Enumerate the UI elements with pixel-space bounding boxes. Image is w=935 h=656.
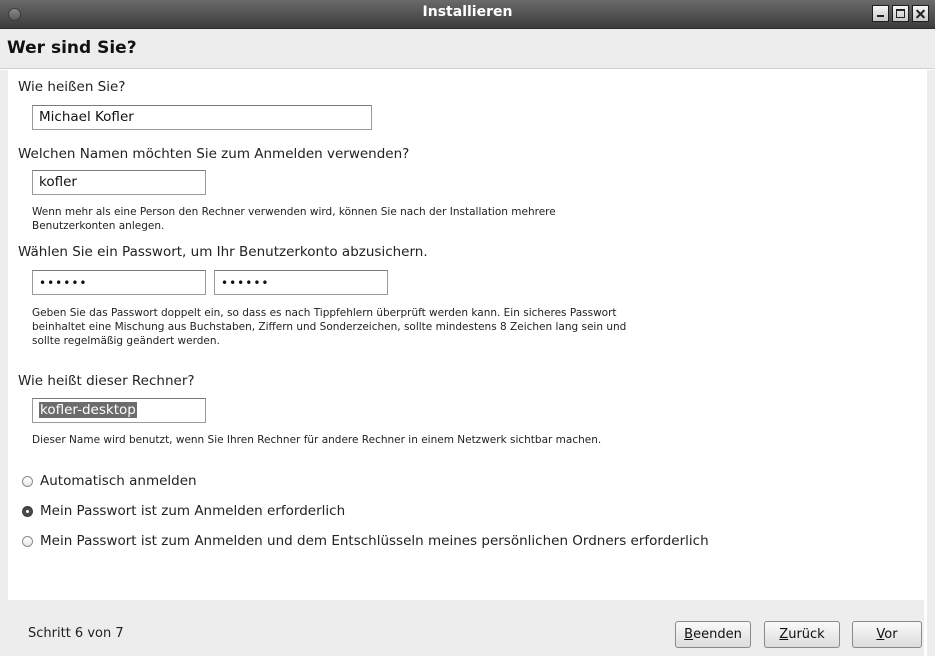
minimize-icon[interactable] bbox=[872, 5, 889, 22]
radio-unchecked-icon[interactable] bbox=[22, 476, 33, 487]
radio-checked-icon[interactable] bbox=[22, 506, 33, 517]
left-border bbox=[0, 70, 8, 656]
radio-label: Mein Passwort ist zum Anmelden erforderl… bbox=[40, 503, 346, 519]
radio-unchecked-icon[interactable] bbox=[22, 536, 33, 547]
back-mnemonic: Z bbox=[779, 627, 789, 642]
radio-label: Automatisch anmelden bbox=[40, 473, 197, 489]
back-label: urück bbox=[788, 627, 825, 642]
password-input[interactable]: •••••• bbox=[32, 270, 206, 295]
computer-name-selected-text: kofler-desktop bbox=[39, 402, 137, 418]
close-icon[interactable] bbox=[912, 5, 929, 22]
computer-name-label: Wie heißt dieser Rechner? bbox=[18, 373, 195, 389]
form-content: Wie heißen Sie? Michael Kofler Welchen N… bbox=[8, 70, 924, 600]
step-indicator: Schritt 6 von 7 bbox=[28, 626, 124, 641]
back-button[interactable]: Zurück bbox=[764, 621, 840, 648]
full-name-input[interactable]: Michael Kofler bbox=[32, 105, 372, 130]
username-hint-line: Wenn mehr als eine Person den Rechner ve… bbox=[32, 206, 556, 218]
computer-name-hint: Dieser Name wird benutzt, wenn Sie Ihren… bbox=[32, 434, 602, 446]
username-hint: Wenn mehr als eine Person den Rechner ve… bbox=[32, 205, 556, 233]
password-hint: Geben Sie das Passwort doppelt ein, so d… bbox=[32, 306, 626, 348]
page-header: Wer sind Sie? bbox=[0, 29, 935, 69]
forward-label: or bbox=[884, 627, 898, 642]
page-title: Wer sind Sie? bbox=[7, 38, 137, 58]
password-hint-line: Geben Sie das Passwort doppelt ein, so d… bbox=[32, 307, 617, 319]
computer-name-input[interactable]: kofler-desktop bbox=[32, 398, 206, 423]
password-hint-line: beinhaltet eine Mischung aus Buchstaben,… bbox=[32, 321, 627, 333]
full-name-label: Wie heißen Sie? bbox=[18, 79, 126, 95]
right-border bbox=[927, 70, 935, 656]
quit-button[interactable]: Beenden bbox=[675, 621, 751, 648]
password-label: Wählen Sie ein Passwort, um Ihr Benutzer… bbox=[18, 244, 428, 260]
footer-bar: Schritt 6 von 7 Beenden Zurück Vor bbox=[8, 600, 924, 656]
forward-button[interactable]: Vor bbox=[852, 621, 922, 648]
maximize-icon[interactable] bbox=[892, 5, 909, 22]
window-controls bbox=[872, 5, 929, 22]
quit-label: eenden bbox=[693, 627, 742, 642]
window-title: Installieren bbox=[422, 4, 513, 20]
radio-label: Mein Passwort ist zum Anmelden und dem E… bbox=[40, 533, 709, 549]
username-input[interactable]: kofler bbox=[32, 170, 206, 195]
password-hint-line: sollte regelmäßig geändert werden. bbox=[32, 335, 220, 347]
quit-mnemonic: B bbox=[684, 627, 694, 642]
username-hint-line: Benutzerkonten anlegen. bbox=[32, 220, 165, 232]
password-confirm-input[interactable]: •••••• bbox=[214, 270, 388, 295]
window-titlebar[interactable]: Installieren bbox=[0, 0, 935, 29]
username-label: Welchen Namen möchten Sie zum Anmelden v… bbox=[18, 146, 410, 162]
